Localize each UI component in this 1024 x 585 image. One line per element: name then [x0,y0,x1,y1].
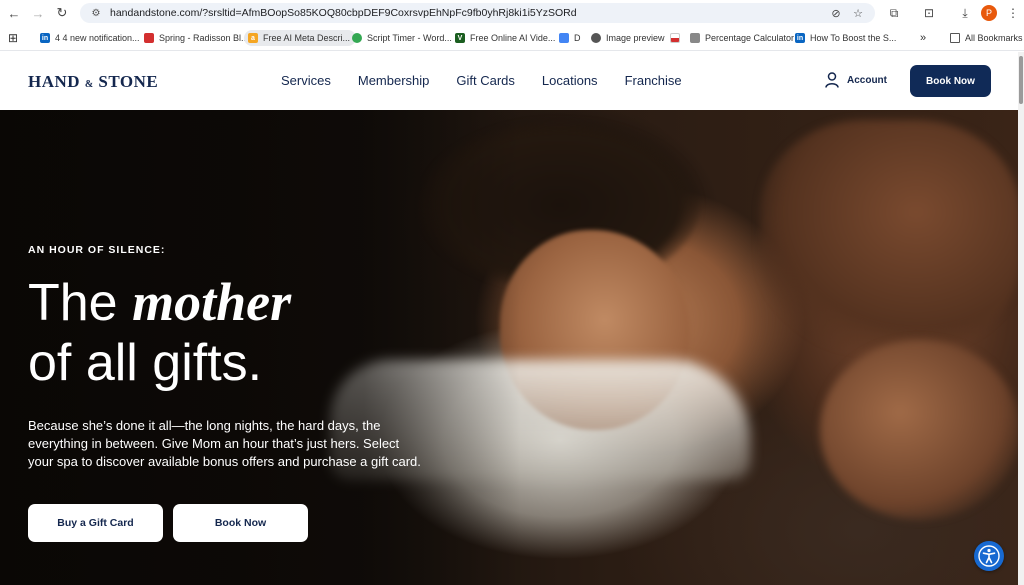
menu-icon[interactable]: ⋮ [1003,3,1023,23]
scrollbar-thumb[interactable] [1019,56,1023,104]
bookmark-label: 4 4 new notification... [55,33,140,43]
hero-section: AN HOUR OF SILENCE: The mother of all gi… [0,110,1018,585]
url-text[interactable]: handandstone.com/?srsltid=AfmBOopSo85KOQ… [110,7,800,19]
page-scrollbar[interactable] [1018,52,1024,585]
folder-icon [950,33,960,43]
address-bar[interactable]: ⚙ handandstone.com/?srsltid=AfmBOopSo85K… [80,3,875,23]
bookmark-item[interactable]: Script Timer - Word... [352,30,452,46]
bookmark-item[interactable]: in 4 4 new notification... [40,30,140,46]
logo-text-hand: HAND [28,72,81,91]
account-label: Account [847,74,887,86]
back-button[interactable]: ← [2,1,26,25]
hero-description: Because she’s done it all—the long night… [28,418,421,469]
headline-pre: The [28,274,133,332]
accessibility-icon [978,545,1000,567]
site-info-icon[interactable]: ⚙ [90,7,102,19]
user-icon [825,72,839,88]
document-icon [690,33,700,43]
bookmark-item[interactable]: Spring - Radisson Bl... [144,30,249,46]
hero-image-hands [760,120,1018,350]
docs-icon [559,33,569,43]
star-icon[interactable]: ☆ [851,6,865,20]
account-link[interactable]: Account [825,72,887,88]
logo-text-stone: STONE [98,72,159,91]
linkedin-icon: in [40,33,50,43]
bookmark-item[interactable] [670,30,685,46]
reload-button[interactable]: ↻ [50,1,74,25]
hand-and-stone-logo[interactable]: HAND & STONE [28,72,158,92]
hero-image-shoulder [820,340,1018,520]
nav-franchise[interactable]: Franchise [625,73,682,88]
bookmark-item[interactable]: D [559,30,581,46]
nav-services[interactable]: Services [281,73,331,88]
logo-ampersand: & [84,79,94,90]
bookmark-label: D [574,33,581,43]
bookmark-item[interactable]: a Free AI Meta Descri... [244,30,357,46]
download-icon[interactable]: ⤓ [955,3,975,23]
nav-membership[interactable]: Membership [358,73,430,88]
site-header: HAND & STONE Services Membership Gift Ca… [0,52,1018,110]
bookmark-item[interactable]: Percentage Calculator [690,30,794,46]
book-now-hero-button[interactable]: Book Now [173,504,308,542]
bookmarks-bar: ⊞ in 4 4 new notification... Spring - Ra… [0,27,1024,49]
accessibility-button[interactable] [974,541,1004,571]
hero-headline: The mother of all gifts. [28,272,291,393]
bookmark-item[interactable]: V Free Online AI Vide... [455,30,555,46]
profile-avatar[interactable]: P [981,5,997,21]
forward-button[interactable]: → [26,1,50,25]
buy-gift-card-button[interactable]: Buy a Gift Card [28,504,163,542]
all-bookmarks-label: All Bookmarks [965,33,1023,43]
meta-description-icon: a [248,33,258,43]
headline-line2: of all gifts. [28,334,263,392]
globe-icon [591,33,601,43]
extensions-icon[interactable]: ⧉ [884,3,904,23]
bookmark-label: Percentage Calculator [705,33,795,43]
bookmark-label: Free AI Meta Descri... [263,33,351,43]
book-now-header-button[interactable]: Book Now [910,65,991,97]
main-nav: Services Membership Gift Cards Locations… [281,73,709,88]
bookmark-label: Spring - Radisson Bl... [159,33,249,43]
eye-off-icon[interactable]: ⊘ [829,6,843,20]
browser-toolbar: ← → ↻ ⚙ handandstone.com/?srsltid=AfmBOo… [0,0,1024,26]
apps-icon[interactable]: ⊞ [8,30,18,46]
hero-eyebrow: AN HOUR OF SILENCE: [28,244,166,256]
all-bookmarks-button[interactable]: All Bookmarks [950,30,1023,46]
bookmark-item[interactable]: in How To Boost the S... [795,30,896,46]
flag-icon [670,33,680,43]
linkedin-icon: in [795,33,805,43]
bookmark-label: How To Boost the S... [810,33,897,43]
script-timer-icon [352,33,362,43]
tab-search-icon[interactable]: ⊡ [919,3,939,23]
radisson-icon [144,33,154,43]
bookmark-label: Script Timer - Word... [367,33,452,43]
browser-chrome: ← → ↻ ⚙ handandstone.com/?srsltid=AfmBOo… [0,0,1024,51]
nav-gift-cards[interactable]: Gift Cards [456,73,515,88]
bookmark-item[interactable]: Image preview [591,30,665,46]
headline-emphasis: mother [132,272,292,332]
bookmark-label: Image preview [606,33,665,43]
bookmark-label: Free Online AI Vide... [470,33,556,43]
video-icon: V [455,33,465,43]
more-bookmarks-button[interactable]: » [920,30,926,46]
nav-locations[interactable]: Locations [542,73,598,88]
